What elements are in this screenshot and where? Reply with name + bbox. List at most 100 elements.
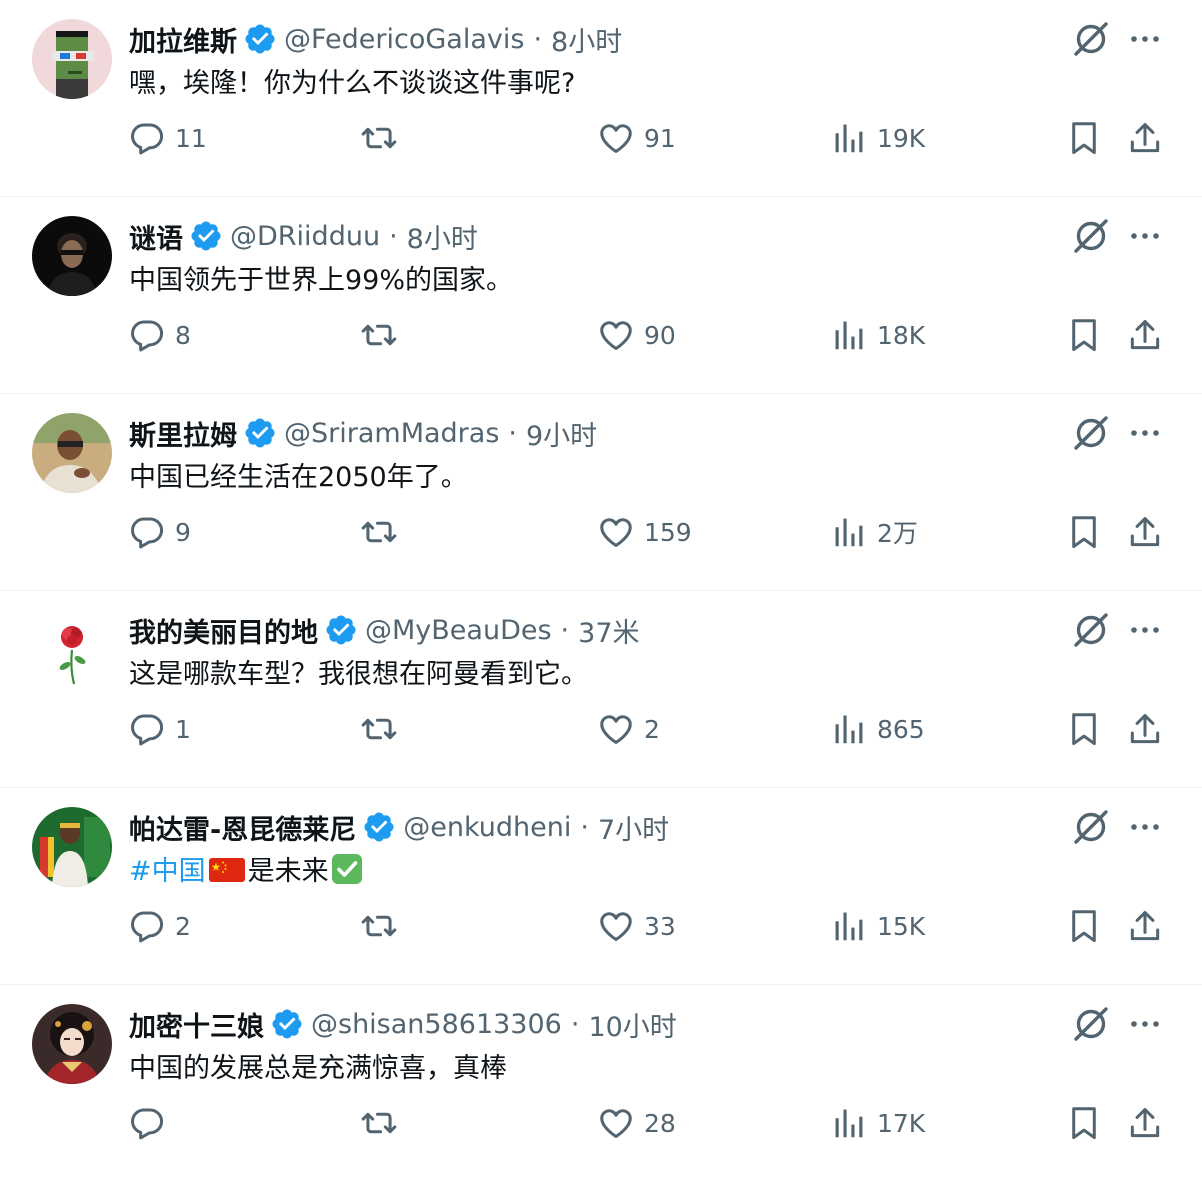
verified-badge-icon: [362, 810, 396, 844]
bookmark-icon: [1065, 513, 1103, 551]
tweet[interactable]: 加密十三娘 @shisan58613306 · 10小时 中国的发展总是充满惊喜…: [0, 985, 1202, 1182]
more-icon[interactable]: [1125, 610, 1165, 650]
share-button[interactable]: [1126, 504, 1164, 560]
share-button[interactable]: [1126, 110, 1164, 166]
like-button[interactable]: 159: [597, 504, 692, 560]
tweet-header: 帕达雷-恩昆德莱尼 @enkudheni · 7小时: [129, 805, 669, 849]
share-icon: [1126, 1104, 1164, 1142]
retweet-button[interactable]: [360, 1095, 407, 1151]
tweet-header: 我的美丽目的地 @MyBeauDes · 37米: [129, 608, 640, 652]
reply-icon: [128, 907, 166, 945]
like-button[interactable]: 28: [597, 1095, 676, 1151]
views-button[interactable]: 17K: [830, 1095, 925, 1151]
retweet-button[interactable]: [360, 110, 407, 166]
reply-icon: [128, 316, 166, 354]
timestamp[interactable]: 7小时: [598, 808, 669, 847]
display-name[interactable]: 斯里拉姆: [129, 414, 237, 453]
retweet-button[interactable]: [360, 504, 407, 560]
bookmark-button[interactable]: [1065, 307, 1103, 363]
separator-dot: ·: [580, 811, 589, 843]
check-mark-icon: [331, 853, 363, 885]
reply-count: 9: [175, 517, 191, 547]
user-handle[interactable]: @enkudheni: [403, 812, 571, 843]
user-handle[interactable]: @shisan58613306: [311, 1009, 562, 1040]
hashtag-link[interactable]: #中国: [129, 856, 206, 887]
more-icon[interactable]: [1125, 413, 1165, 453]
display-name[interactable]: 加密十三娘: [129, 1005, 264, 1044]
like-button[interactable]: 2: [597, 701, 660, 757]
more-icon[interactable]: [1125, 216, 1165, 256]
tweet[interactable]: 斯里拉姆 @SriramMadras · 9小时 中国已经生活在2050年了。 …: [0, 394, 1202, 591]
share-button[interactable]: [1126, 1095, 1164, 1151]
view-count: 15K: [877, 911, 926, 941]
timestamp[interactable]: 9小时: [526, 414, 597, 453]
retweet-button[interactable]: [360, 701, 407, 757]
share-button[interactable]: [1126, 898, 1164, 954]
reply-button[interactable]: 11: [128, 110, 207, 166]
reply-icon: [128, 1104, 166, 1142]
user-handle[interactable]: @FedericoGalavis: [284, 24, 524, 55]
retweet-button[interactable]: [360, 898, 407, 954]
bookmark-button[interactable]: [1065, 110, 1103, 166]
like-button[interactable]: 91: [597, 110, 676, 166]
views-button[interactable]: 15K: [830, 898, 925, 954]
reply-button[interactable]: 2: [128, 898, 191, 954]
display-name[interactable]: 帕达雷-恩昆德莱尼: [129, 808, 356, 847]
more-icon[interactable]: [1125, 807, 1165, 847]
view-count: 18K: [877, 320, 926, 350]
views-icon: [830, 119, 868, 157]
user-handle[interactable]: @MyBeauDes: [365, 615, 552, 646]
user-handle[interactable]: @SriramMadras: [284, 418, 499, 449]
grok-icon[interactable]: [1071, 413, 1111, 453]
reply-button[interactable]: [128, 1095, 175, 1151]
avatar[interactable]: [32, 807, 112, 887]
retweet-button[interactable]: [360, 307, 407, 363]
share-button[interactable]: [1126, 701, 1164, 757]
tweet[interactable]: 谜语 @DRiidduu · 8小时 中国领先于世界上99%的国家。 8 90 …: [0, 197, 1202, 394]
display-name[interactable]: 加拉维斯: [129, 20, 237, 59]
more-icon[interactable]: [1125, 1004, 1165, 1044]
avatar[interactable]: [32, 610, 112, 690]
tweet[interactable]: 我的美丽目的地 @MyBeauDes · 37米 这是哪款车型？我很想在阿曼看到…: [0, 591, 1202, 788]
more-icon[interactable]: [1125, 19, 1165, 59]
tweet[interactable]: 帕达雷-恩昆德莱尼 @enkudheni · 7小时 #中国 是未来 2 33 1…: [0, 788, 1202, 985]
grok-icon[interactable]: [1071, 1004, 1111, 1044]
avatar[interactable]: [32, 19, 112, 99]
retweet-icon: [360, 710, 398, 748]
tweet-header: 斯里拉姆 @SriramMadras · 9小时: [129, 411, 597, 455]
views-button[interactable]: 19K: [830, 110, 925, 166]
share-button[interactable]: [1126, 307, 1164, 363]
views-button[interactable]: 18K: [830, 307, 925, 363]
reply-button[interactable]: 8: [128, 307, 191, 363]
display-name[interactable]: 我的美丽目的地: [129, 611, 318, 650]
views-button[interactable]: 2万: [830, 504, 918, 560]
timestamp[interactable]: 8小时: [407, 217, 478, 256]
bookmark-button[interactable]: [1065, 701, 1103, 757]
grok-icon[interactable]: [1071, 216, 1111, 256]
user-handle[interactable]: @DRiidduu: [230, 221, 380, 252]
like-button[interactable]: 90: [597, 307, 676, 363]
avatar[interactable]: [32, 216, 112, 296]
tweet[interactable]: 加拉维斯 @FedericoGalavis · 8小时 嘿，埃隆！你为什么不谈谈…: [0, 0, 1202, 197]
display-name[interactable]: 谜语: [129, 217, 183, 256]
reply-button[interactable]: 9: [128, 504, 191, 560]
tweet-header: 加拉维斯 @FedericoGalavis · 8小时: [129, 17, 622, 61]
bookmark-button[interactable]: [1065, 1095, 1103, 1151]
like-icon: [597, 907, 635, 945]
timestamp[interactable]: 8小时: [551, 20, 622, 59]
bookmark-button[interactable]: [1065, 898, 1103, 954]
avatar[interactable]: [32, 413, 112, 493]
reply-icon: [128, 119, 166, 157]
tweet-text: 中国领先于世界上99%的国家。: [129, 265, 514, 296]
timestamp[interactable]: 10小时: [588, 1005, 676, 1044]
views-button[interactable]: 865: [830, 701, 925, 757]
avatar[interactable]: [32, 1004, 112, 1084]
bookmark-button[interactable]: [1065, 504, 1103, 560]
grok-icon[interactable]: [1071, 19, 1111, 59]
grok-icon[interactable]: [1071, 807, 1111, 847]
reply-button[interactable]: 1: [128, 701, 191, 757]
grok-icon[interactable]: [1071, 610, 1111, 650]
timestamp[interactable]: 37米: [578, 611, 639, 650]
tweet-header: 加密十三娘 @shisan58613306 · 10小时: [129, 1002, 677, 1046]
like-button[interactable]: 33: [597, 898, 676, 954]
